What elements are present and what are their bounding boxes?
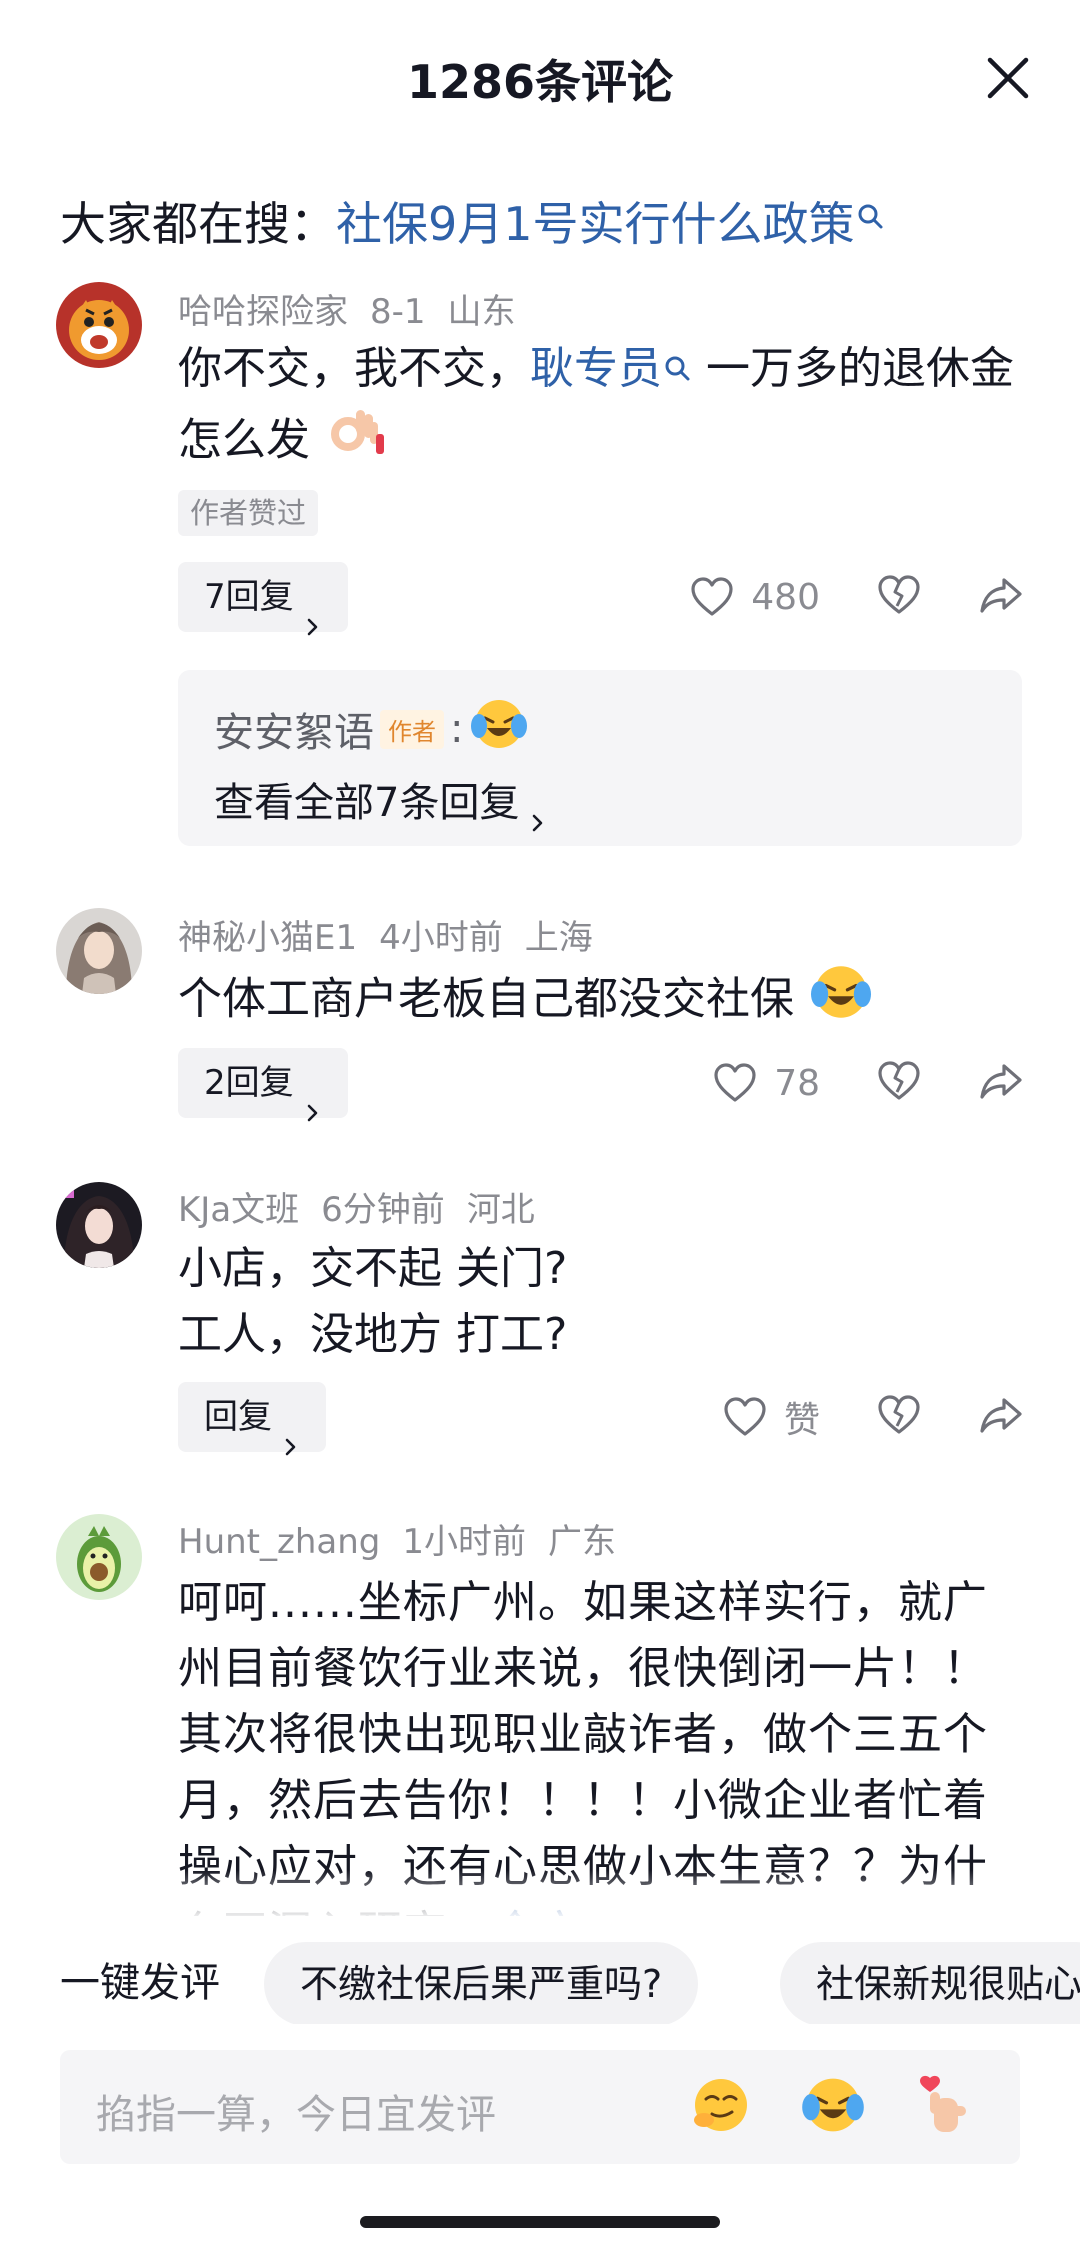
- quick-comment-label: 一键发评: [60, 1960, 220, 2006]
- share-icon[interactable]: [978, 1060, 1024, 1106]
- view-all-replies-label: 查看全部7条回复: [214, 780, 520, 826]
- chevron-right-icon: [529, 796, 547, 832]
- close-icon[interactable]: [980, 50, 1036, 106]
- reply-preview-line: 安安絮语 作者 :: [214, 696, 529, 762]
- quick-comment-chip[interactable]: 不缴社保后果严重吗?: [264, 1942, 699, 2024]
- username[interactable]: KJa文班: [178, 1190, 299, 1230]
- comment-meta: Hunt_zhang 1小时前 广东: [178, 1514, 638, 1563]
- comment-location: 上海: [524, 918, 593, 958]
- username[interactable]: Hunt_zhang: [178, 1522, 380, 1562]
- comment-time: 1小时前: [402, 1522, 526, 1562]
- heart-icon: [691, 577, 733, 616]
- comment-location: 河北: [466, 1190, 535, 1230]
- crying-laughing-emoji-button[interactable]: [800, 2072, 866, 2138]
- comment-meta: 哈哈探险家 8-1 山东: [178, 284, 538, 333]
- comments-header: 1286条评论: [0, 0, 1080, 150]
- comment-actions: 赞: [722, 1382, 1024, 1452]
- chevron-right-icon: [282, 1410, 300, 1455]
- comments-count-title: 1286条评论: [406, 55, 674, 109]
- reply-button[interactable]: 2回复: [178, 1048, 348, 1121]
- search-icon[interactable]: [664, 336, 692, 381]
- dislike-heart-icon[interactable]: [876, 574, 922, 620]
- reply-preview[interactable]: 安安絮语 作者 : 查看全部7条回复: [178, 670, 1022, 846]
- share-icon[interactable]: [978, 1394, 1024, 1440]
- search-suggestion-link[interactable]: 社保9月1号实行什么政策: [336, 197, 855, 251]
- comment-text-part: 呵呵......坐标广州。如果这样实行，就广州目前餐饮行业来说，很快倒闭一片！！…: [178, 1577, 988, 1916]
- reply-username[interactable]: 安安絮语: [214, 700, 374, 758]
- quick-comment-chip[interactable]: 社保新规很贴心: [780, 1942, 1080, 2024]
- dislike-heart-icon[interactable]: [876, 1394, 922, 1440]
- avatar[interactable]: [56, 1514, 142, 1600]
- comment-actions: 78: [712, 1048, 1024, 1118]
- avatar[interactable]: [56, 282, 142, 368]
- comment-meta: 神秘小猫E1 4小时前 上海: [178, 910, 615, 959]
- comment-text-line: 工人，没地方 打工?: [178, 1309, 568, 1360]
- view-all-replies-link[interactable]: 查看全部7条回复: [214, 770, 547, 832]
- like-count: 78: [774, 1062, 820, 1104]
- comment-text: 你不交，我不交，耿专员 一万多的退休金怎么发: [178, 336, 1028, 483]
- heart-icon: [714, 1063, 756, 1102]
- comment-link[interactable]: 耿专员: [530, 343, 662, 394]
- search-suggestion-prefix: 大家都在搜：: [60, 197, 336, 251]
- comment-meta: KJa文班 6分钟前 河北: [178, 1182, 557, 1231]
- comment-text-part: 你不交，我不交，: [178, 343, 530, 394]
- comment-time: 8-1: [370, 292, 426, 332]
- like-button[interactable]: 赞: [722, 1391, 820, 1443]
- reply-button-label: 回复: [204, 1397, 272, 1437]
- comment-text: 个体工商户老板自己都没交社保: [178, 962, 1028, 1041]
- comment-time: 6分钟前: [321, 1190, 445, 1230]
- avatar[interactable]: [56, 908, 142, 994]
- comment-text-line: 小店，交不起 关门?: [178, 1243, 568, 1294]
- comment-location: 广东: [548, 1522, 616, 1562]
- comment-actions: 480: [689, 562, 1024, 632]
- like-button[interactable]: 78: [712, 1062, 820, 1104]
- chevron-right-icon: [304, 590, 322, 635]
- like-button[interactable]: 480: [689, 576, 820, 618]
- share-icon[interactable]: [978, 574, 1024, 620]
- comment-location: 山东: [447, 292, 516, 332]
- dislike-heart-icon[interactable]: [876, 1060, 922, 1106]
- search-icon[interactable]: [857, 188, 885, 229]
- username[interactable]: 神秘小猫E1: [178, 918, 357, 958]
- reply-button[interactable]: 7回复: [178, 562, 348, 635]
- author-liked-badge: 作者赞过: [178, 490, 319, 536]
- like-count: 480: [751, 576, 820, 618]
- comment-text: 呵呵......坐标广州。如果这样实行，就广州目前餐饮行业来说，很快倒闭一片！！…: [178, 1570, 1028, 1916]
- comment-input-placeholder: 掐指一算，今日宜发评: [96, 2092, 496, 2138]
- crying-laughing-emoji: [469, 696, 529, 762]
- quick-comment-bar: 一键发评 不缴社保后果严重吗? 社保新规很贴心: [0, 1924, 1080, 2024]
- comment-text-part: 个体工商户老板自己都没交社保: [178, 973, 794, 1025]
- search-suggestion: 大家都在搜：社保9月1号实行什么政策: [60, 188, 885, 254]
- author-badge: 作者: [380, 709, 444, 749]
- like-count: 赞: [783, 1400, 820, 1441]
- list-fade: [0, 1870, 1080, 1920]
- avatar[interactable]: [56, 1182, 142, 1268]
- home-indicator[interactable]: [360, 2216, 720, 2228]
- finger-heart-emoji-button[interactable]: [912, 2072, 978, 2138]
- reply-colon: :: [450, 706, 464, 752]
- crying-laughing-emoji: [808, 962, 874, 1041]
- ok-hand-emoji: [324, 402, 386, 483]
- reply-button-label: 2回复: [204, 1063, 294, 1103]
- heart-icon: [724, 1397, 766, 1436]
- reply-button[interactable]: 回复: [178, 1382, 326, 1455]
- username[interactable]: 哈哈探险家: [178, 292, 348, 332]
- smug-emoji-button[interactable]: [688, 2072, 754, 2138]
- reply-button-label: 7回复: [204, 577, 294, 617]
- comment-text: 小店，交不起 关门? 工人，没地方 打工?: [178, 1236, 1028, 1368]
- comment-time: 4小时前: [379, 918, 503, 958]
- chevron-right-icon: [304, 1076, 322, 1121]
- comment-input[interactable]: 掐指一算，今日宜发评: [60, 2050, 1020, 2164]
